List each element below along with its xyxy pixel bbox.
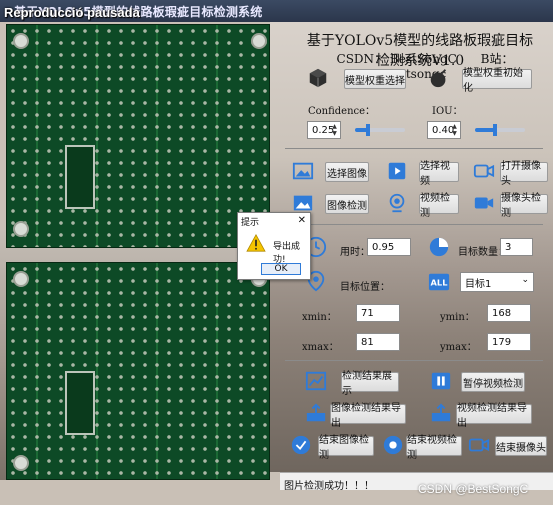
show-results-button[interactable]: 检测结果展示	[341, 371, 399, 397]
pause-icon	[431, 372, 451, 390]
dialog-title: 提示	[241, 217, 260, 228]
end-image-detect-button[interactable]: 结束图像检测	[318, 435, 374, 461]
ymax-field[interactable]: 179	[487, 333, 531, 351]
position-label: 目标位置：	[340, 282, 390, 293]
camera-off-icon	[468, 438, 490, 452]
chart-icon	[305, 371, 327, 391]
playback-overlay-text: Reproducció pausada	[4, 5, 140, 20]
divider	[285, 148, 543, 149]
all-icon: ALL	[428, 273, 450, 291]
ok-button[interactable]: OK	[261, 263, 301, 275]
close-icon[interactable]: ✕	[298, 215, 306, 226]
export-icon	[306, 403, 326, 422]
ymin-label: ymin：	[440, 312, 475, 323]
cube-icon	[309, 68, 327, 88]
pause-video-button[interactable]: 暂停视频检测	[461, 372, 525, 392]
webcam-icon	[389, 193, 405, 213]
end-video-detect-button[interactable]: 结束视频检测	[406, 435, 462, 461]
csdn-label: CSDN： BestSongC	[336, 52, 457, 66]
export-icon	[431, 403, 451, 422]
end-camera-button[interactable]: 结束摄像头	[495, 436, 547, 456]
dialog-message: 导出成功!	[273, 242, 301, 265]
export-video-results-button[interactable]: 视频检测结果导出	[456, 403, 532, 429]
iou-slider-handle[interactable]	[493, 124, 497, 136]
xmin-field[interactable]: 71	[356, 304, 400, 322]
camera-detect-icon	[474, 197, 494, 209]
mount-hole	[13, 455, 29, 471]
image-icon	[292, 162, 314, 180]
window-titlebar[interactable]: 基于YOLOv5模型的线路板瑕疵目标检测系统 Reproducció pausa…	[0, 0, 553, 22]
result-image-view	[6, 262, 270, 480]
mount-hole	[13, 271, 29, 287]
bomb-icon	[430, 69, 447, 88]
time-field[interactable]: 0.95	[367, 238, 411, 256]
confidence-label: Confidence：	[308, 106, 376, 117]
original-image-view	[6, 24, 270, 248]
check-circle-icon	[291, 435, 311, 455]
iou-slider-fill	[475, 128, 495, 132]
target-select-value: 目标1	[465, 278, 492, 290]
xmax-field[interactable]: 81	[356, 333, 400, 351]
message-dialog: 提示 ✕ 导出成功! OK	[237, 212, 311, 280]
count-field[interactable]: 3	[500, 238, 533, 256]
select-image-button[interactable]: 选择图像	[325, 162, 369, 182]
iou-label: IOU：	[432, 106, 463, 117]
image-detect-button[interactable]: 图像检测	[325, 194, 369, 214]
ic-chip	[65, 371, 95, 435]
ymin-field[interactable]: 168	[487, 304, 531, 322]
warning-icon	[246, 234, 266, 252]
watermark: CSDN @BestSongC	[418, 482, 529, 496]
ic-chip	[65, 145, 95, 209]
model-weight-init-button[interactable]: 模型权重初始化	[462, 68, 532, 94]
divider	[285, 360, 543, 361]
mount-hole	[13, 221, 29, 237]
iou-spinbox[interactable]: 0.40 ▲ ▼	[427, 121, 461, 139]
confidence-slider[interactable]	[355, 124, 405, 136]
time-label: 用时：	[340, 247, 370, 258]
xmin-label: xmin：	[302, 312, 337, 323]
svg-text:ALL: ALL	[431, 278, 449, 288]
divider	[285, 224, 543, 225]
camera-detect-button[interactable]: 摄像头检测	[500, 193, 548, 219]
target-select[interactable]: 目标1 ⌄	[460, 272, 534, 292]
camera-icon	[473, 164, 495, 178]
mount-hole	[251, 33, 267, 49]
mount-hole	[13, 33, 29, 49]
spin-arrows-icon[interactable]: ▲ ▼	[330, 123, 339, 137]
confidence-spinbox[interactable]: 0.25 ▲ ▼	[307, 121, 341, 139]
image-detect-icon	[293, 195, 313, 211]
stop-circle-icon	[383, 435, 403, 455]
video-detect-button[interactable]: 视频检测	[419, 193, 459, 219]
video-file-icon	[388, 162, 406, 180]
confidence-slider-handle[interactable]	[365, 124, 370, 136]
spin-arrows-icon[interactable]: ▲ ▼	[450, 123, 459, 137]
pie-chart-icon	[429, 237, 449, 257]
select-video-button[interactable]: 选择视频	[419, 161, 459, 187]
export-image-results-button[interactable]: 图像检测结果导出	[330, 403, 406, 429]
dialog-body: 导出成功!	[238, 230, 310, 265]
model-weight-select-button[interactable]: 模型权重选择	[344, 69, 406, 89]
xmax-label: xmax：	[302, 342, 339, 353]
ymax-label: ymax：	[440, 342, 477, 353]
iou-slider[interactable]	[475, 124, 525, 136]
open-camera-button[interactable]: 打开摄像头	[500, 161, 548, 187]
chevron-down-icon: ⌄	[521, 275, 529, 285]
